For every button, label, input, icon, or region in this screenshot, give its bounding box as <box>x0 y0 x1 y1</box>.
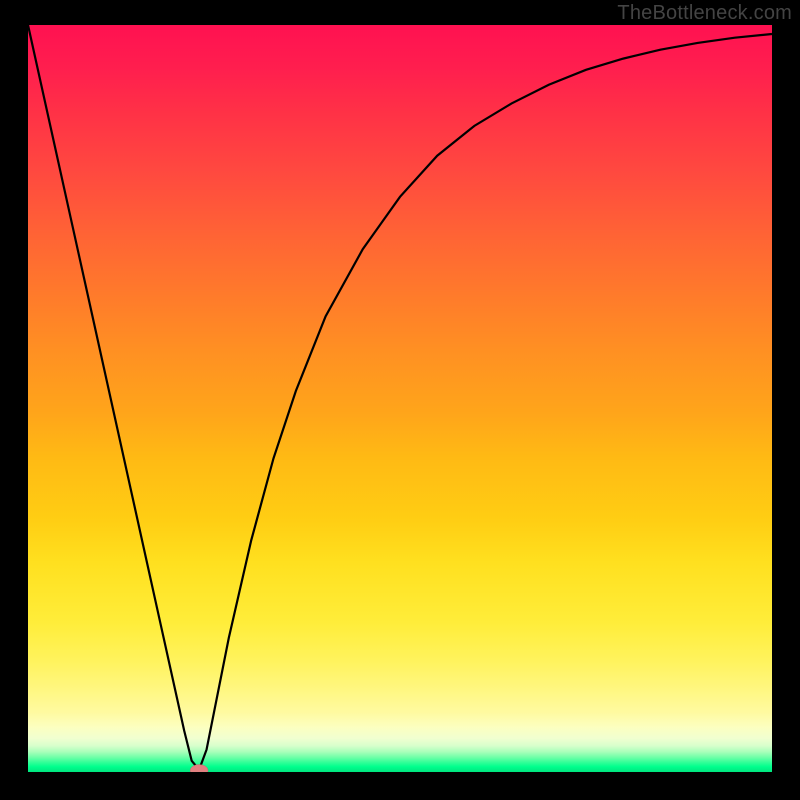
bottleneck-curve <box>28 25 772 770</box>
optimum-marker <box>190 765 208 772</box>
chart-svg <box>28 25 772 772</box>
chart-frame: TheBottleneck.com <box>0 0 800 800</box>
plot-area <box>28 25 772 772</box>
watermark-label: TheBottleneck.com <box>617 2 792 25</box>
